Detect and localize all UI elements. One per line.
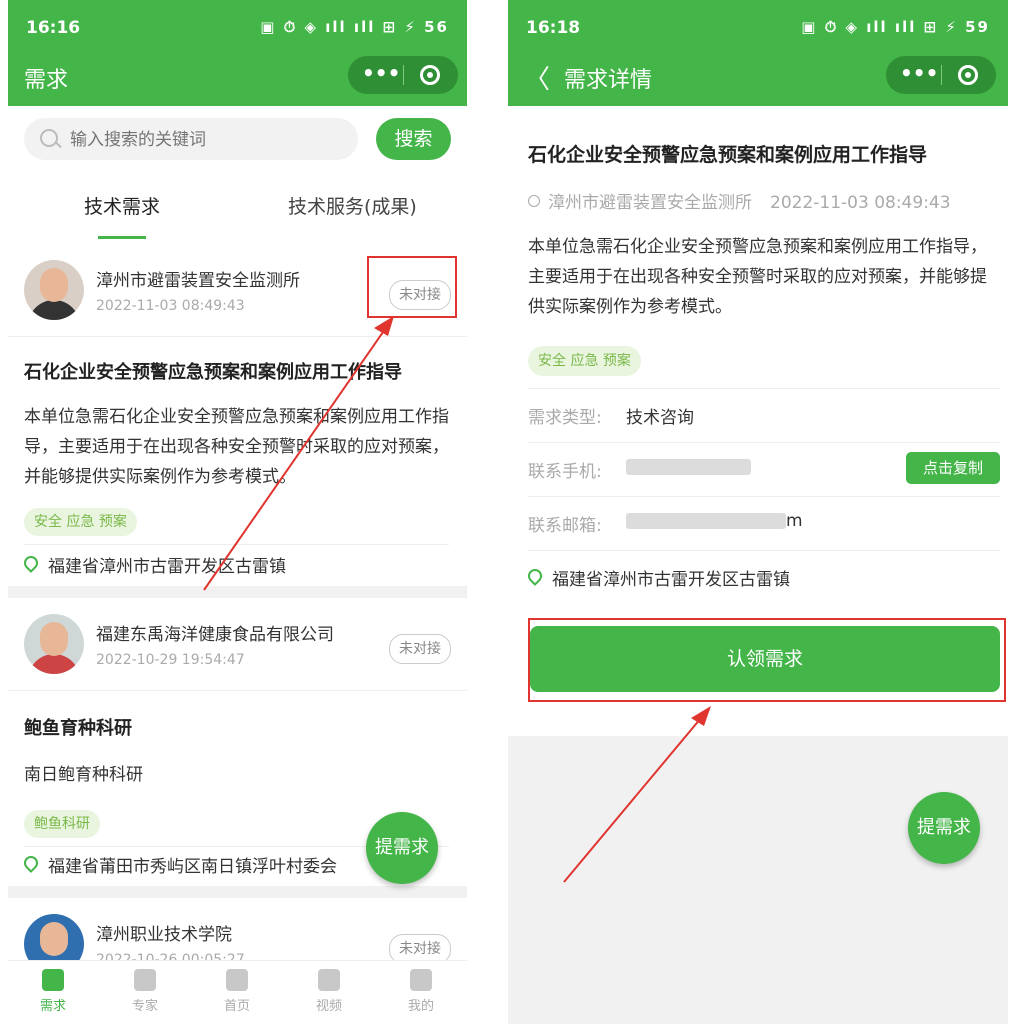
right-screen: 16:18 ▣ ⏱ ◈ ıll ıll ⊞ ⚡ 59 〈 需求详情 ••• 石化… xyxy=(508,0,1008,1024)
annotation-arrow xyxy=(563,706,711,883)
annotation-arrow xyxy=(203,316,394,591)
left-screen: 16:16 ▣ ⏱ ◈ ıll ıll ⊞ ⚡ 56 需求 ••• 搜索 技术需… xyxy=(8,0,467,1024)
